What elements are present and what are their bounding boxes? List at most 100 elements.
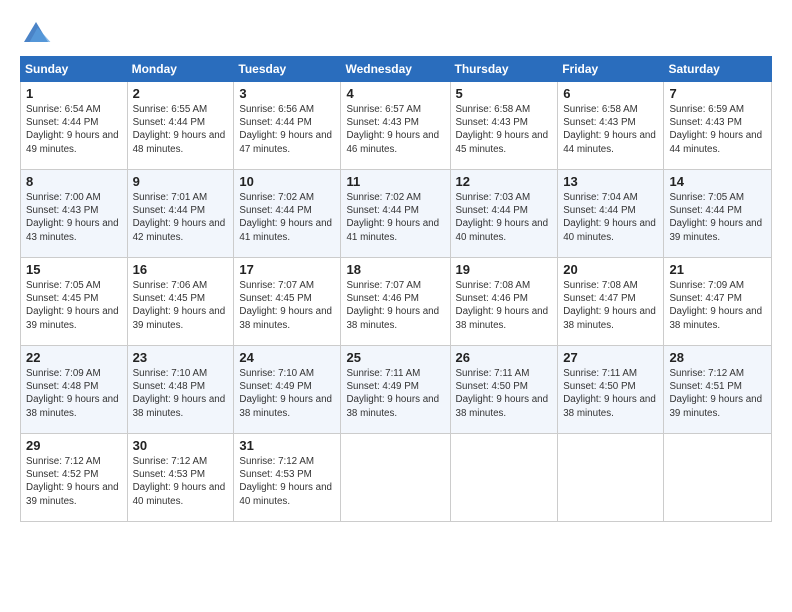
- day-number: 19: [456, 262, 553, 277]
- day-info: Sunrise: 7:11 AMSunset: 4:49 PMDaylight:…: [346, 367, 444, 420]
- day-info: Sunrise: 7:12 AMSunset: 4:53 PMDaylight:…: [239, 455, 335, 508]
- day-info: Sunrise: 7:02 AMSunset: 4:44 PMDaylight:…: [239, 191, 335, 244]
- day-info: Sunrise: 7:04 AMSunset: 4:44 PMDaylight:…: [563, 191, 658, 244]
- calendar-cell: 31 Sunrise: 7:12 AMSunset: 4:53 PMDayligh…: [234, 434, 341, 522]
- day-number: 10: [239, 174, 335, 189]
- day-number: 31: [239, 438, 335, 453]
- calendar-cell: 22Sunrise: 7:09 AMSunset: 4:48 PMDayligh…: [21, 346, 128, 434]
- day-number: 30: [133, 438, 229, 453]
- calendar-cell: 9 Sunrise: 7:01 AMSunset: 4:44 PMDaylight…: [127, 170, 234, 258]
- day-info: Sunrise: 7:08 AMSunset: 4:47 PMDaylight:…: [563, 279, 658, 332]
- day-number: 18: [346, 262, 444, 277]
- calendar-cell: 27 Sunrise: 7:11 AMSunset: 4:50 PMDayligh…: [558, 346, 664, 434]
- day-info: Sunrise: 7:06 AMSunset: 4:45 PMDaylight:…: [133, 279, 229, 332]
- calendar-cell: [664, 434, 772, 522]
- day-info: Sunrise: 7:09 AMSunset: 4:48 PMDaylight:…: [26, 367, 122, 420]
- calendar-header-row: SundayMondayTuesdayWednesdayThursdayFrid…: [21, 57, 772, 82]
- day-number: 11: [346, 174, 444, 189]
- col-header-tuesday: Tuesday: [234, 57, 341, 82]
- day-number: 14: [669, 174, 766, 189]
- col-header-wednesday: Wednesday: [341, 57, 450, 82]
- calendar-cell: 4 Sunrise: 6:57 AMSunset: 4:43 PMDaylight…: [341, 82, 450, 170]
- calendar-cell: 18Sunrise: 7:07 AMSunset: 4:46 PMDayligh…: [341, 258, 450, 346]
- day-info: Sunrise: 7:03 AMSunset: 4:44 PMDaylight:…: [456, 191, 553, 244]
- day-number: 3: [239, 86, 335, 101]
- calendar-cell: 7 Sunrise: 6:59 AMSunset: 4:43 PMDaylight…: [664, 82, 772, 170]
- day-info: Sunrise: 7:12 AMSunset: 4:52 PMDaylight:…: [26, 455, 122, 508]
- day-number: 27: [563, 350, 658, 365]
- calendar-table: SundayMondayTuesdayWednesdayThursdayFrid…: [20, 56, 772, 522]
- page: SundayMondayTuesdayWednesdayThursdayFrid…: [0, 0, 792, 612]
- col-header-sunday: Sunday: [21, 57, 128, 82]
- day-info: Sunrise: 6:55 AMSunset: 4:44 PMDaylight:…: [133, 103, 229, 156]
- calendar-cell: 13 Sunrise: 7:04 AMSunset: 4:44 PMDayligh…: [558, 170, 664, 258]
- day-info: Sunrise: 7:10 AMSunset: 4:48 PMDaylight:…: [133, 367, 229, 420]
- day-number: 16: [133, 262, 229, 277]
- calendar-cell: 26 Sunrise: 7:11 AMSunset: 4:50 PMDayligh…: [450, 346, 558, 434]
- calendar-cell: 19 Sunrise: 7:08 AMSunset: 4:46 PMDayligh…: [450, 258, 558, 346]
- day-info: Sunrise: 6:59 AMSunset: 4:43 PMDaylight:…: [669, 103, 766, 156]
- calendar-cell: 29 Sunrise: 7:12 AMSunset: 4:52 PMDayligh…: [21, 434, 128, 522]
- logo: [20, 18, 56, 46]
- calendar-cell: 17Sunrise: 7:07 AMSunset: 4:45 PMDayligh…: [234, 258, 341, 346]
- calendar-cell: 1Sunrise: 6:54 AMSunset: 4:44 PMDaylight…: [21, 82, 128, 170]
- day-info: Sunrise: 7:00 AMSunset: 4:43 PMDaylight:…: [26, 191, 122, 244]
- day-info: Sunrise: 6:57 AMSunset: 4:43 PMDaylight:…: [346, 103, 444, 156]
- calendar-cell: 3Sunrise: 6:56 AMSunset: 4:44 PMDaylight…: [234, 82, 341, 170]
- day-info: Sunrise: 7:12 AMSunset: 4:53 PMDaylight:…: [133, 455, 229, 508]
- calendar-cell: 11 Sunrise: 7:02 AMSunset: 4:44 PMDayligh…: [341, 170, 450, 258]
- calendar-cell: 28Sunrise: 7:12 AMSunset: 4:51 PMDayligh…: [664, 346, 772, 434]
- day-info: Sunrise: 7:11 AMSunset: 4:50 PMDaylight:…: [456, 367, 553, 420]
- day-info: Sunrise: 7:02 AMSunset: 4:44 PMDaylight:…: [346, 191, 444, 244]
- calendar-cell: 8 Sunrise: 7:00 AMSunset: 4:43 PMDaylight…: [21, 170, 128, 258]
- day-number: 15: [26, 262, 122, 277]
- calendar-cell: 5 Sunrise: 6:58 AMSunset: 4:43 PMDaylight…: [450, 82, 558, 170]
- col-header-friday: Friday: [558, 57, 664, 82]
- calendar-week-row: 8 Sunrise: 7:00 AMSunset: 4:43 PMDaylight…: [21, 170, 772, 258]
- day-number: 4: [346, 86, 444, 101]
- col-header-thursday: Thursday: [450, 57, 558, 82]
- day-number: 24: [239, 350, 335, 365]
- calendar-week-row: 29 Sunrise: 7:12 AMSunset: 4:52 PMDayligh…: [21, 434, 772, 522]
- day-number: 26: [456, 350, 553, 365]
- calendar-cell: [341, 434, 450, 522]
- calendar-cell: 21 Sunrise: 7:09 AMSunset: 4:47 PMDayligh…: [664, 258, 772, 346]
- day-info: Sunrise: 7:12 AMSunset: 4:51 PMDaylight:…: [669, 367, 766, 420]
- day-info: Sunrise: 7:09 AMSunset: 4:47 PMDaylight:…: [669, 279, 766, 332]
- day-number: 12: [456, 174, 553, 189]
- calendar-cell: 25 Sunrise: 7:11 AMSunset: 4:49 PMDayligh…: [341, 346, 450, 434]
- calendar-week-row: 1Sunrise: 6:54 AMSunset: 4:44 PMDaylight…: [21, 82, 772, 170]
- day-info: Sunrise: 6:58 AMSunset: 4:43 PMDaylight:…: [456, 103, 553, 156]
- day-info: Sunrise: 7:05 AMSunset: 4:44 PMDaylight:…: [669, 191, 766, 244]
- day-number: 25: [346, 350, 444, 365]
- calendar-cell: 24 Sunrise: 7:10 AMSunset: 4:49 PMDayligh…: [234, 346, 341, 434]
- day-info: Sunrise: 7:10 AMSunset: 4:49 PMDaylight:…: [239, 367, 335, 420]
- day-number: 23: [133, 350, 229, 365]
- day-number: 7: [669, 86, 766, 101]
- calendar-cell: 2 Sunrise: 6:55 AMSunset: 4:44 PMDaylight…: [127, 82, 234, 170]
- col-header-monday: Monday: [127, 57, 234, 82]
- day-info: Sunrise: 7:11 AMSunset: 4:50 PMDaylight:…: [563, 367, 658, 420]
- day-number: 6: [563, 86, 658, 101]
- day-info: Sunrise: 6:58 AMSunset: 4:43 PMDaylight:…: [563, 103, 658, 156]
- day-number: 21: [669, 262, 766, 277]
- calendar-cell: 6 Sunrise: 6:58 AMSunset: 4:43 PMDaylight…: [558, 82, 664, 170]
- logo-icon: [20, 18, 52, 46]
- day-info: Sunrise: 7:05 AMSunset: 4:45 PMDaylight:…: [26, 279, 122, 332]
- day-number: 1: [26, 86, 122, 101]
- calendar-cell: 30 Sunrise: 7:12 AMSunset: 4:53 PMDayligh…: [127, 434, 234, 522]
- day-number: 13: [563, 174, 658, 189]
- day-number: 2: [133, 86, 229, 101]
- day-number: 9: [133, 174, 229, 189]
- day-number: 8: [26, 174, 122, 189]
- day-number: 5: [456, 86, 553, 101]
- calendar-cell: 16 Sunrise: 7:06 AMSunset: 4:45 PMDayligh…: [127, 258, 234, 346]
- day-info: Sunrise: 7:07 AMSunset: 4:45 PMDaylight:…: [239, 279, 335, 332]
- calendar-cell: 23 Sunrise: 7:10 AMSunset: 4:48 PMDayligh…: [127, 346, 234, 434]
- day-number: 29: [26, 438, 122, 453]
- day-info: Sunrise: 7:08 AMSunset: 4:46 PMDaylight:…: [456, 279, 553, 332]
- calendar-cell: [558, 434, 664, 522]
- day-info: Sunrise: 7:01 AMSunset: 4:44 PMDaylight:…: [133, 191, 229, 244]
- calendar-week-row: 15 Sunrise: 7:05 AMSunset: 4:45 PMDayligh…: [21, 258, 772, 346]
- day-number: 20: [563, 262, 658, 277]
